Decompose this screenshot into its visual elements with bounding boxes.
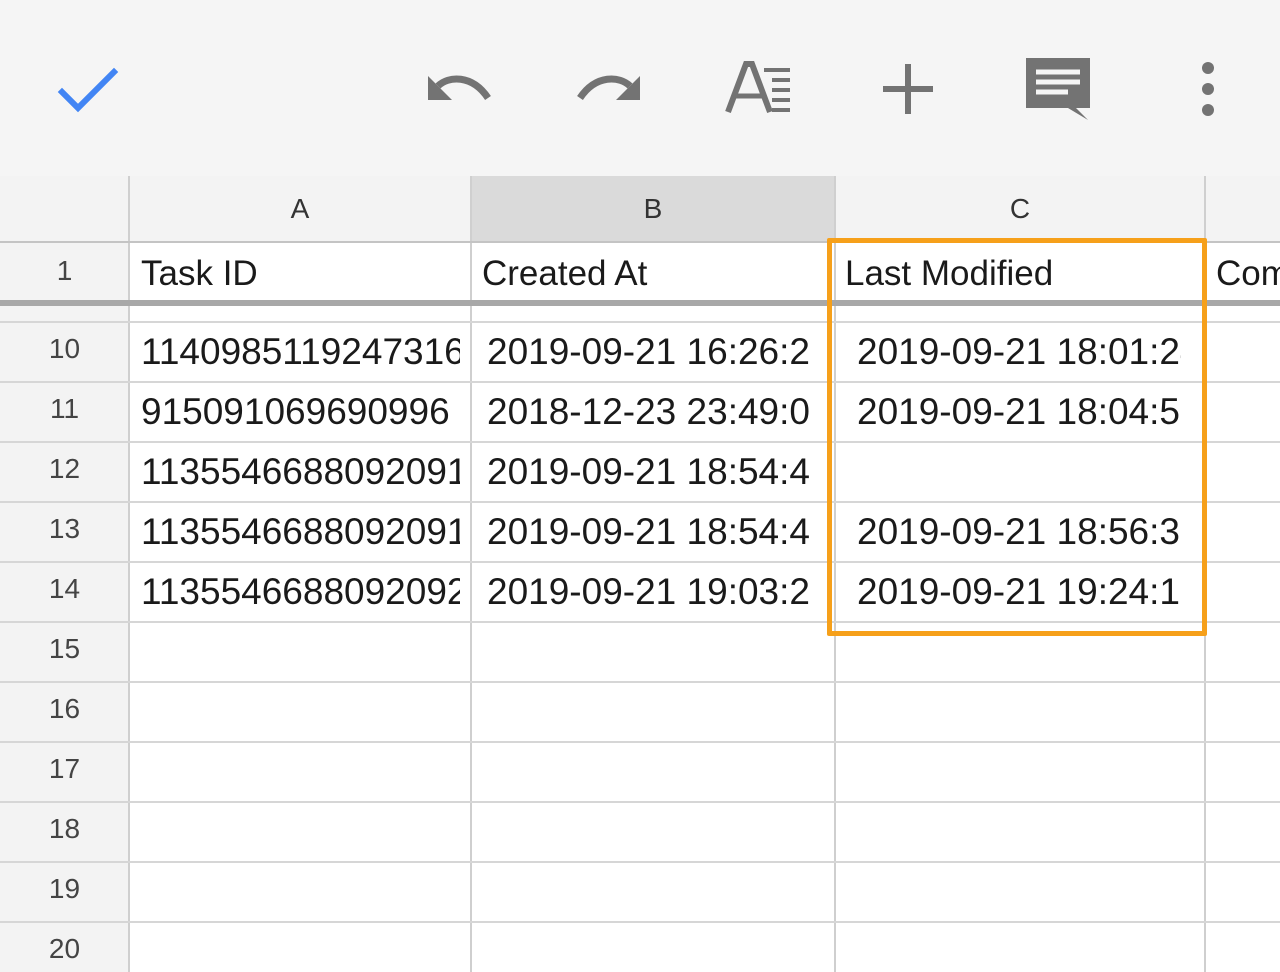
redo-icon[interactable] bbox=[568, 50, 648, 130]
row-header-16[interactable]: 16 bbox=[0, 694, 129, 724]
toolbar bbox=[0, 0, 1280, 177]
cell-b14[interactable]: 2019-09-21 19:03:25 bbox=[487, 572, 810, 612]
cell-b11[interactable]: 2018-12-23 23:49:01 bbox=[487, 392, 810, 432]
cell-b1[interactable]: Created At bbox=[482, 254, 647, 294]
row-header-1[interactable]: 1 bbox=[0, 256, 129, 286]
text-format-icon[interactable] bbox=[718, 50, 798, 130]
column-header-a[interactable]: A bbox=[130, 194, 470, 224]
column-header-c[interactable]: C bbox=[836, 194, 1204, 224]
cell-a12[interactable]: 11355466880920911 bbox=[141, 452, 460, 492]
cell-a10[interactable]: 1140985119247316 bbox=[141, 332, 460, 372]
row-header-13[interactable]: 13 bbox=[0, 514, 129, 544]
cell-a13[interactable]: 1135546688092091 bbox=[141, 512, 460, 552]
row-header-11[interactable]: 11 bbox=[0, 394, 129, 424]
row-header-17[interactable]: 17 bbox=[0, 754, 129, 784]
row-header-20[interactable]: 20 bbox=[0, 934, 129, 964]
cell-d1[interactable]: Com bbox=[1216, 254, 1280, 294]
column-c-highlight bbox=[827, 238, 1207, 636]
more-vert-icon[interactable] bbox=[1168, 50, 1248, 130]
cell-b12[interactable]: 2019-09-21 18:54:40 bbox=[487, 452, 810, 492]
cell-a1[interactable]: Task ID bbox=[141, 254, 258, 294]
row-header-14[interactable]: 14 bbox=[0, 574, 129, 604]
spreadsheet-grid: A B C 1 Task ID Created At Last Modified… bbox=[0, 176, 1280, 972]
cell-a14[interactable]: 1135546688092092 bbox=[141, 572, 460, 612]
cell-b13[interactable]: 2019-09-21 18:54:40 bbox=[487, 512, 810, 552]
undo-icon[interactable] bbox=[420, 50, 500, 130]
add-icon[interactable] bbox=[868, 50, 948, 130]
column-header-b[interactable]: B bbox=[472, 194, 834, 224]
cell-b10[interactable]: 2019-09-21 16:26:29 bbox=[487, 332, 810, 372]
cell-a11[interactable]: 915091069690996 bbox=[141, 392, 450, 432]
row-header-19[interactable]: 19 bbox=[0, 874, 129, 904]
row-header-10[interactable]: 10 bbox=[0, 334, 129, 364]
row-header-18[interactable]: 18 bbox=[0, 814, 129, 844]
row-header-12[interactable]: 12 bbox=[0, 454, 129, 484]
row-header-15[interactable]: 15 bbox=[0, 634, 129, 664]
comment-icon[interactable] bbox=[1018, 50, 1098, 130]
check-icon[interactable] bbox=[48, 50, 128, 130]
